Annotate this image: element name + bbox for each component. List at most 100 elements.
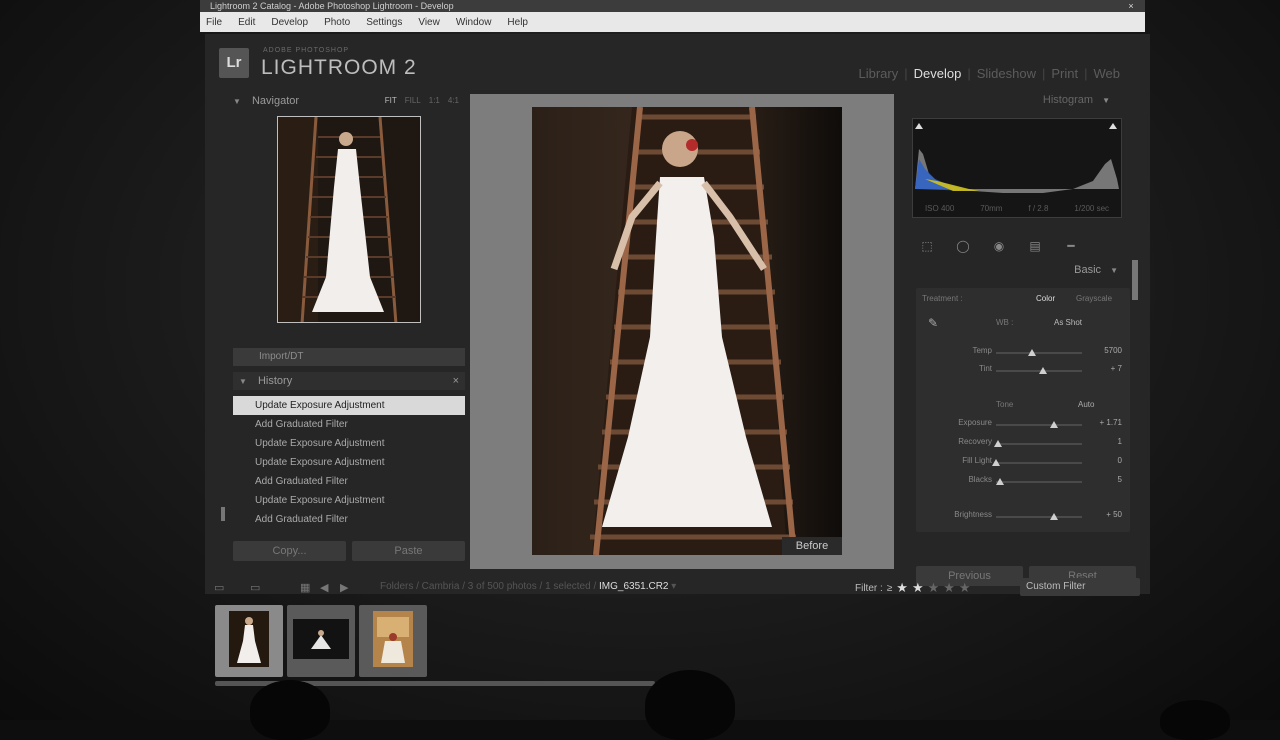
menu-window[interactable]: Window <box>456 17 492 28</box>
filmstrip-toolbar: ▭ ▭ ▦ ◀ ▶ Folders / Cambria / 3 of 500 p… <box>210 577 1160 599</box>
slider-temp[interactable]: Temp 5700 <box>916 346 1130 360</box>
left-panel-scrollbar[interactable] <box>221 507 225 521</box>
slider-thumb[interactable] <box>1039 367 1048 374</box>
tone-auto-button[interactable]: Auto <box>1078 400 1094 409</box>
navigator-preview[interactable] <box>277 116 421 323</box>
custom-filter-select[interactable]: Custom Filter <box>1020 578 1140 596</box>
grid-view-icon[interactable]: ▦ <box>300 581 310 594</box>
zoom-1-1[interactable]: 1:1 <box>429 92 440 110</box>
zoom-4-1[interactable]: 4:1 <box>448 92 459 110</box>
filmstrip-thumbnail[interactable] <box>287 605 355 677</box>
slider-track[interactable] <box>992 459 1082 466</box>
module-slideshow[interactable]: Slideshow <box>977 66 1036 81</box>
spot-removal-icon[interactable]: ◯ <box>954 239 972 253</box>
history-item[interactable]: Add Graduated Filter <box>233 510 465 529</box>
slider-thumb[interactable] <box>996 478 1005 485</box>
back-arrow-icon[interactable]: ◀ <box>320 581 328 594</box>
navigator-header[interactable]: ▼ Navigator FIT FILL 1:1 4:1 <box>233 92 465 110</box>
history-item[interactable]: Add Graduated Filter <box>233 472 465 491</box>
menu-help[interactable]: Help <box>507 17 528 28</box>
copy-button[interactable]: Copy... <box>233 541 346 561</box>
source-breadcrumb[interactable]: Folders / Cambria / 3 of 500 photos / 1 … <box>380 581 676 592</box>
close-icon[interactable]: × <box>453 372 459 390</box>
paste-button[interactable]: Paste <box>352 541 465 561</box>
adjustment-brush-icon[interactable]: ━ <box>1062 239 1080 253</box>
module-library[interactable]: Library <box>858 66 898 81</box>
menu-file[interactable]: File <box>206 17 222 28</box>
right-panel-scrollbar[interactable] <box>1132 260 1138 300</box>
collapse-triangle-icon[interactable]: ▼ <box>1102 96 1110 105</box>
zoom-fit[interactable]: FIT <box>385 92 397 110</box>
module-develop[interactable]: Develop <box>914 66 962 81</box>
second-monitor-icon[interactable]: ▭ <box>250 581 260 594</box>
treatment-grayscale-option[interactable]: Grayscale <box>1076 294 1112 303</box>
collapse-triangle-icon[interactable]: ▼ <box>233 93 241 111</box>
filter-operator[interactable]: ≥ <box>887 583 893 594</box>
slider-blacks[interactable]: Blacks 5 <box>916 475 1130 489</box>
history-title: History <box>257 375 293 387</box>
slider-value[interactable]: 1 <box>1118 437 1122 446</box>
collapse-triangle-icon[interactable]: ▼ <box>239 373 247 391</box>
slider-exposure[interactable]: Exposure + 1.71 <box>916 418 1130 432</box>
graduated-filter-icon[interactable]: ▤ <box>1026 239 1044 253</box>
slider-thumb[interactable] <box>993 440 1002 447</box>
history-item[interactable]: Add Graduated Filter <box>233 415 465 434</box>
crop-icon[interactable]: ⬚ <box>918 239 936 253</box>
slider-track[interactable] <box>993 440 1082 447</box>
slider-value[interactable]: + 1.71 <box>1100 418 1122 427</box>
wb-select[interactable]: As Shot <box>1054 318 1082 327</box>
history-header[interactable]: ▼ History × <box>233 372 465 390</box>
basic-header[interactable]: Basic ▼ <box>1074 264 1126 276</box>
zoom-fill[interactable]: FILL <box>405 92 421 110</box>
history-item[interactable]: Update Exposure Adjustment <box>233 453 465 472</box>
star-icon[interactable]: ★ <box>928 580 940 596</box>
close-window-icon[interactable]: × <box>1123 0 1139 12</box>
slider-thumb[interactable] <box>1050 421 1059 428</box>
before-label[interactable]: Before <box>782 537 842 555</box>
history-item[interactable]: Update Exposure Adjustment <box>233 396 465 415</box>
menu-settings[interactable]: Settings <box>366 17 402 28</box>
white-balance-picker-icon[interactable]: ✎ <box>928 316 938 330</box>
slider-value[interactable]: + 50 <box>1106 510 1122 519</box>
slider-track[interactable] <box>996 478 1082 485</box>
menu-develop[interactable]: Develop <box>271 17 308 28</box>
slider-track[interactable] <box>996 367 1082 374</box>
slider-thumb[interactable] <box>1028 349 1037 356</box>
filter-label: Filter : <box>855 582 883 594</box>
star-icon[interactable]: ★ <box>943 580 955 596</box>
slider-recovery[interactable]: Recovery 1 <box>916 437 1130 451</box>
star-icon[interactable]: ★ <box>896 580 908 596</box>
chevron-down-icon[interactable]: ▾ <box>671 581 676 592</box>
history-item[interactable]: Update Exposure Adjustment <box>233 491 465 510</box>
filmstrip-thumbnail[interactable] <box>215 605 283 677</box>
treatment-color-option[interactable]: Color <box>1036 294 1055 303</box>
single-monitor-icon[interactable]: ▭ <box>214 581 224 594</box>
star-icon[interactable]: ★ <box>959 580 971 596</box>
slider-track[interactable] <box>996 349 1082 356</box>
module-print[interactable]: Print <box>1051 66 1078 81</box>
slider-value[interactable]: 5 <box>1118 475 1122 484</box>
slider-track[interactable] <box>996 513 1082 520</box>
slider-value[interactable]: 5700 <box>1104 346 1122 355</box>
slider-thumb[interactable] <box>1050 513 1059 520</box>
red-eye-icon[interactable]: ◉ <box>990 239 1008 253</box>
slider-tint[interactable]: Tint + 7 <box>916 364 1130 378</box>
slider-thumb[interactable] <box>992 459 1000 466</box>
collapse-triangle-icon[interactable]: ▼ <box>1110 266 1118 275</box>
menu-edit[interactable]: Edit <box>238 17 255 28</box>
menu-view[interactable]: View <box>418 17 440 28</box>
main-photo[interactable]: Before <box>532 107 842 555</box>
forward-arrow-icon[interactable]: ▶ <box>340 581 348 594</box>
slider-value[interactable]: + 7 <box>1111 364 1122 373</box>
star-icon[interactable]: ★ <box>912 580 924 596</box>
filmstrip-thumbnail[interactable] <box>359 605 427 677</box>
presets-item-importdt[interactable]: Import/DT <box>233 348 465 366</box>
menu-photo[interactable]: Photo <box>324 17 350 28</box>
history-item[interactable]: Update Exposure Adjustment <box>233 434 465 453</box>
slider-fill-light[interactable]: Fill Light 0 <box>916 456 1130 470</box>
histogram-header[interactable]: Histogram ▼ <box>1043 94 1118 106</box>
slider-brightness[interactable]: Brightness + 50 <box>916 510 1130 524</box>
module-web[interactable]: Web <box>1094 66 1121 81</box>
slider-track[interactable] <box>996 421 1082 428</box>
slider-value[interactable]: 0 <box>1118 456 1122 465</box>
